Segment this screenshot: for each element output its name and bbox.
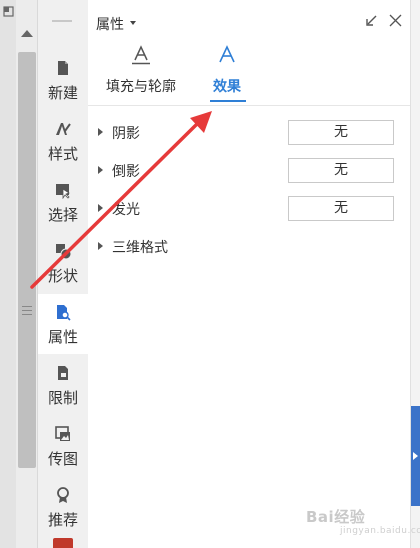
watermark-text: 经验 <box>334 508 366 526</box>
upload-image-icon <box>55 426 70 441</box>
watermark: Bai经验 jingyan.baidu.com <box>306 506 420 536</box>
toolbox-icon[interactable] <box>53 538 73 548</box>
shadow-value-button[interactable]: 无 <box>288 120 394 145</box>
tab-fill-outline[interactable]: 填充与轮廓 <box>100 42 182 102</box>
section-label: 阴影 <box>112 126 140 142</box>
section-3d-format[interactable]: 三维格式 <box>88 234 410 260</box>
restore-window-icon[interactable] <box>3 6 14 17</box>
tab-label: 填充与轮廓 <box>106 79 176 95</box>
sidebar-item-label: 传图 <box>47 450 78 468</box>
chevron-right-icon[interactable] <box>98 204 103 212</box>
properties-panel: 属性 填充与轮廓 效果 阴影 无 倒影 无 发光 无 三维格式 <box>88 0 410 548</box>
panel-title[interactable]: 属性 <box>96 14 124 34</box>
scroll-up-icon[interactable] <box>21 30 33 37</box>
section-reflection[interactable]: 倒影 无 <box>88 158 410 184</box>
vertical-scrollbar[interactable] <box>16 0 38 548</box>
section-glow[interactable]: 发光 无 <box>88 196 410 222</box>
select-cursor-icon <box>56 184 70 199</box>
reflection-value-button[interactable]: 无 <box>288 158 394 183</box>
watermark-text: Bai <box>306 508 335 526</box>
section-label: 三维格式 <box>112 240 168 256</box>
restrict-doc-icon <box>58 366 68 380</box>
left-frame <box>0 0 16 548</box>
recommend-badge-icon <box>57 487 69 503</box>
sidebar-item-shape[interactable]: 形状 <box>38 233 88 293</box>
chevron-right-icon[interactable] <box>98 166 103 174</box>
chevron-right-icon <box>413 452 418 460</box>
chevron-down-icon[interactable] <box>130 21 136 25</box>
sidebar-item-upload-image[interactable]: 传图 <box>38 416 88 476</box>
sidebar-item-restrict[interactable]: 限制 <box>38 355 88 415</box>
sidebar-item-label: 选择 <box>47 206 78 224</box>
fill-outline-A-icon <box>132 45 150 65</box>
sidebar-item-recommend[interactable]: 推荐 <box>38 477 88 537</box>
tool-sidebar: 新建 样式 选择 形状 属性 限制 传图 推荐 <box>38 0 88 548</box>
section-shadow[interactable]: 阴影 无 <box>88 120 410 146</box>
chevron-right-icon[interactable] <box>98 128 103 136</box>
divider <box>88 105 410 106</box>
collapse-arrow-icon[interactable] <box>365 15 377 27</box>
new-doc-icon <box>58 61 68 75</box>
expand-panel-tab[interactable] <box>411 406 420 506</box>
sidebar-item-style[interactable]: 样式 <box>38 111 88 171</box>
sidebar-item-label: 样式 <box>47 145 78 163</box>
style-brush-icon <box>56 123 71 135</box>
active-tab-indicator <box>210 100 246 102</box>
sidebar-item-label: 限制 <box>47 389 78 407</box>
sidebar-item-label: 属性 <box>47 328 78 346</box>
close-icon[interactable] <box>389 14 402 27</box>
watermark-sub: jingyan.baidu.com <box>340 526 420 536</box>
section-label: 倒影 <box>112 164 140 180</box>
properties-icon <box>57 305 71 321</box>
sidebar-item-label: 推荐 <box>47 511 78 529</box>
scroll-grip-icon <box>22 306 32 318</box>
sidebar-item-new[interactable]: 新建 <box>38 50 88 110</box>
glow-value-button[interactable]: 无 <box>288 196 394 221</box>
chevron-right-icon[interactable] <box>98 242 103 250</box>
section-label: 发光 <box>112 202 140 218</box>
scroll-thumb[interactable] <box>18 52 36 468</box>
sidebar-item-properties[interactable]: 属性 <box>38 294 88 354</box>
sidebar-item-select[interactable]: 选择 <box>38 172 88 232</box>
effect-A-icon <box>219 45 235 63</box>
tab-label: 效果 <box>213 79 241 95</box>
shape-icon <box>56 244 72 260</box>
sidebar-drag-handle[interactable] <box>52 20 72 22</box>
tab-effect[interactable]: 效果 <box>206 42 248 102</box>
sidebar-item-label: 形状 <box>47 267 78 285</box>
sidebar-item-label: 新建 <box>47 84 78 102</box>
